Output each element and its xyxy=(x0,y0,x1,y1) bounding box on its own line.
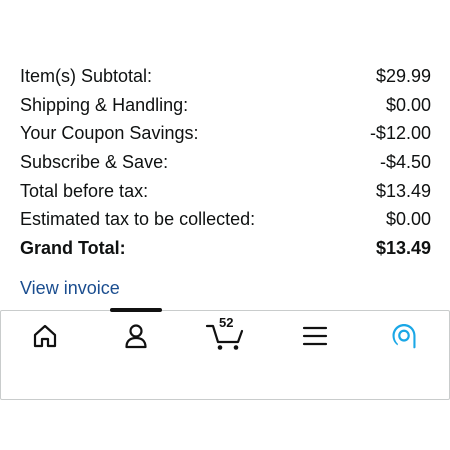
grand-total-label: Grand Total: xyxy=(20,238,126,259)
subtotal-value: $29.99 xyxy=(375,66,431,86)
cart-count-badge: 52 xyxy=(219,315,234,330)
subtotal-row: Item(s) Subtotal: $29.99 xyxy=(20,62,431,91)
alexa-icon xyxy=(392,324,416,349)
estimated-tax-label: Estimated tax to be collected: xyxy=(20,209,256,230)
total-before-tax-label: Total before tax: xyxy=(20,180,149,201)
coupon-savings-label: Your Coupon Savings: xyxy=(20,123,199,144)
subtotal-label: Item(s) Subtotal: xyxy=(20,66,153,86)
view-invoice-link[interactable]: View invoice xyxy=(20,274,120,302)
coupon-savings-value: -$12.00 xyxy=(369,123,431,144)
grand-total-value: $13.49 xyxy=(375,238,431,259)
active-tab-indicator xyxy=(110,308,162,312)
hamburger-menu-icon xyxy=(302,326,328,346)
total-before-tax-value: $13.49 xyxy=(375,180,431,201)
shipping-row: Shipping & Handling: $0.00 xyxy=(20,91,431,120)
person-icon xyxy=(125,324,147,349)
tab-home[interactable] xyxy=(23,318,67,354)
home-icon xyxy=(33,324,57,348)
tab-account[interactable] xyxy=(114,318,158,354)
subscribe-save-label: Subscribe & Save: xyxy=(20,152,169,173)
tab-alexa[interactable] xyxy=(382,318,426,354)
tab-menu[interactable] xyxy=(293,318,337,354)
shipping-label: Shipping & Handling: xyxy=(20,94,189,115)
coupon-savings-row: Your Coupon Savings: -$12.00 xyxy=(20,119,431,148)
shipping-value: $0.00 xyxy=(385,94,431,115)
grand-total-row: Grand Total: $13.49 xyxy=(20,234,431,263)
subscribe-save-row: Subscribe & Save: -$4.50 xyxy=(20,148,431,177)
total-before-tax-row: Total before tax: $13.49 xyxy=(20,177,431,206)
subscribe-save-value: -$4.50 xyxy=(379,152,431,173)
estimated-tax-row: Estimated tax to be collected: $0.00 xyxy=(20,205,431,234)
estimated-tax-value: $0.00 xyxy=(385,209,431,230)
order-summary: Item(s) Subtotal: $29.99 Shipping & Hand… xyxy=(20,62,431,263)
